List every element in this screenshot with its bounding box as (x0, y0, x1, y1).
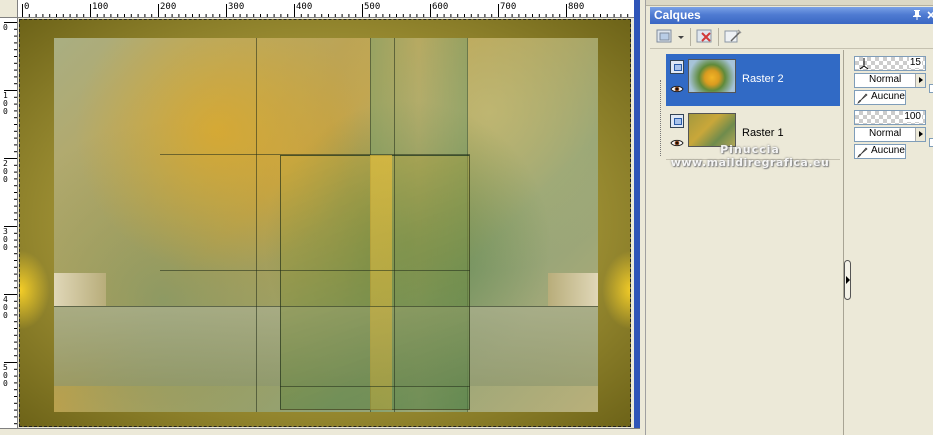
ruler-label: 0 (24, 2, 30, 12)
ruler-label: 500 (364, 2, 381, 12)
horizontal-ruler: 0 100 200 300 400 500 600 700 800 (18, 0, 634, 18)
eye-icon[interactable] (670, 138, 684, 148)
layer-props-raster-1: 100 Normal Aucune (852, 108, 933, 160)
new-raster-layer-icon[interactable] (654, 27, 676, 47)
opacity-value: 15 (908, 57, 922, 68)
ruler-label: 400 (3, 295, 8, 320)
close-icon[interactable] (926, 9, 933, 21)
mask-value: Aucune (871, 91, 905, 102)
ruler-label: 100 (3, 91, 8, 116)
vertical-ruler: 0 100 200 300 400 500 (0, 18, 18, 428)
artwork-grid-line (256, 38, 257, 412)
blend-mode-value: Normal (869, 128, 902, 139)
layer-row-raster-2[interactable]: Raster 2 (666, 54, 840, 106)
canvas-bottom-bar (0, 428, 640, 435)
mask-value: Aucune (871, 145, 905, 156)
artwork-grid-line (160, 154, 470, 155)
layer-thumbnail (688, 59, 736, 93)
horizontal-ruler-ticks (22, 4, 629, 17)
canvas-area: 0 100 200 300 400 500 600 700 800 0 100 … (0, 0, 640, 435)
opacity-slider[interactable]: 100 (854, 110, 926, 125)
ruler-label: 400 (296, 2, 313, 12)
ruler-label: 800 (568, 2, 585, 12)
artwork-grid-line (280, 386, 470, 387)
blend-mode-value: Normal (869, 74, 902, 85)
ruler-label: 600 (432, 2, 449, 12)
layer-list: Raster 2 Raster 1 Pinuccia www.maildireg… (652, 50, 848, 435)
chevron-right-icon (846, 276, 850, 284)
lock-checkbox[interactable] (929, 84, 933, 93)
toolbar-separator (690, 28, 691, 46)
layer-row-raster-1[interactable]: Raster 1 (666, 108, 840, 160)
ruler-corner (0, 0, 18, 18)
eye-icon[interactable] (670, 84, 684, 94)
layer-name[interactable]: Raster 2 (742, 73, 784, 85)
chevron-right-icon (915, 74, 925, 87)
layers-palette: Calques Raster 2 Raster 1 Pinuccia www.m… (645, 0, 933, 435)
artwork-left-tab (54, 273, 106, 306)
layer-thumbnail (688, 113, 736, 147)
opacity-value: 100 (903, 111, 922, 122)
palette-splitter[interactable] (843, 50, 851, 435)
layer-tree-line (660, 80, 661, 156)
splitter-handle[interactable] (844, 260, 851, 300)
toolbar-separator (718, 28, 719, 46)
raster-layer-icon (670, 114, 684, 128)
chevron-down-icon[interactable] (676, 27, 686, 47)
lock-checkbox[interactable] (929, 138, 933, 147)
palette-titlebar[interactable]: Calques (650, 7, 933, 24)
raster-layer-icon (670, 60, 684, 74)
ruler-label: 700 (500, 2, 517, 12)
brush-icon (856, 146, 868, 158)
ruler-label: 500 (3, 363, 8, 388)
opacity-slider[interactable]: 15 (854, 56, 926, 71)
layer-props-raster-2: 15 Normal Aucune (852, 54, 933, 106)
ruler-label: 300 (3, 227, 8, 252)
ruler-label: 0 (3, 23, 8, 32)
canvas-scroll-edge (634, 0, 640, 435)
mask-button[interactable]: Aucune (854, 144, 906, 159)
artwork-right-tab (548, 273, 598, 306)
layer-properties-icon[interactable] (722, 27, 744, 47)
delete-layer-icon[interactable] (694, 27, 716, 47)
pin-icon[interactable] (912, 9, 922, 21)
mask-button[interactable]: Aucune (854, 90, 906, 105)
palette-toolbar (650, 25, 933, 49)
layer-properties-column: 15 Normal Aucune 100 Normal Aucune (852, 50, 933, 435)
blend-mode-select[interactable]: Normal (854, 127, 926, 142)
palette-title: Calques (654, 8, 701, 22)
layer-name[interactable]: Raster 1 (742, 127, 784, 139)
ruler-label: 100 (92, 2, 109, 12)
palette-top-strip (646, 0, 933, 6)
artwork-grid-line (394, 38, 395, 412)
artwork-left-glow (20, 250, 50, 330)
blend-mode-select[interactable]: Normal (854, 73, 926, 88)
artwork-grid-line (54, 306, 598, 307)
ruler-label: 200 (160, 2, 177, 12)
chevron-right-icon (915, 128, 925, 141)
artwork-right-glow (602, 250, 630, 330)
artwork-yellow-column (370, 155, 392, 410)
artwork-grid-line (160, 270, 470, 271)
brush-icon (856, 92, 868, 104)
image-canvas[interactable] (19, 19, 631, 427)
ruler-label: 300 (228, 2, 245, 12)
opacity-marker-icon (859, 57, 869, 73)
ruler-label: 200 (3, 159, 8, 184)
